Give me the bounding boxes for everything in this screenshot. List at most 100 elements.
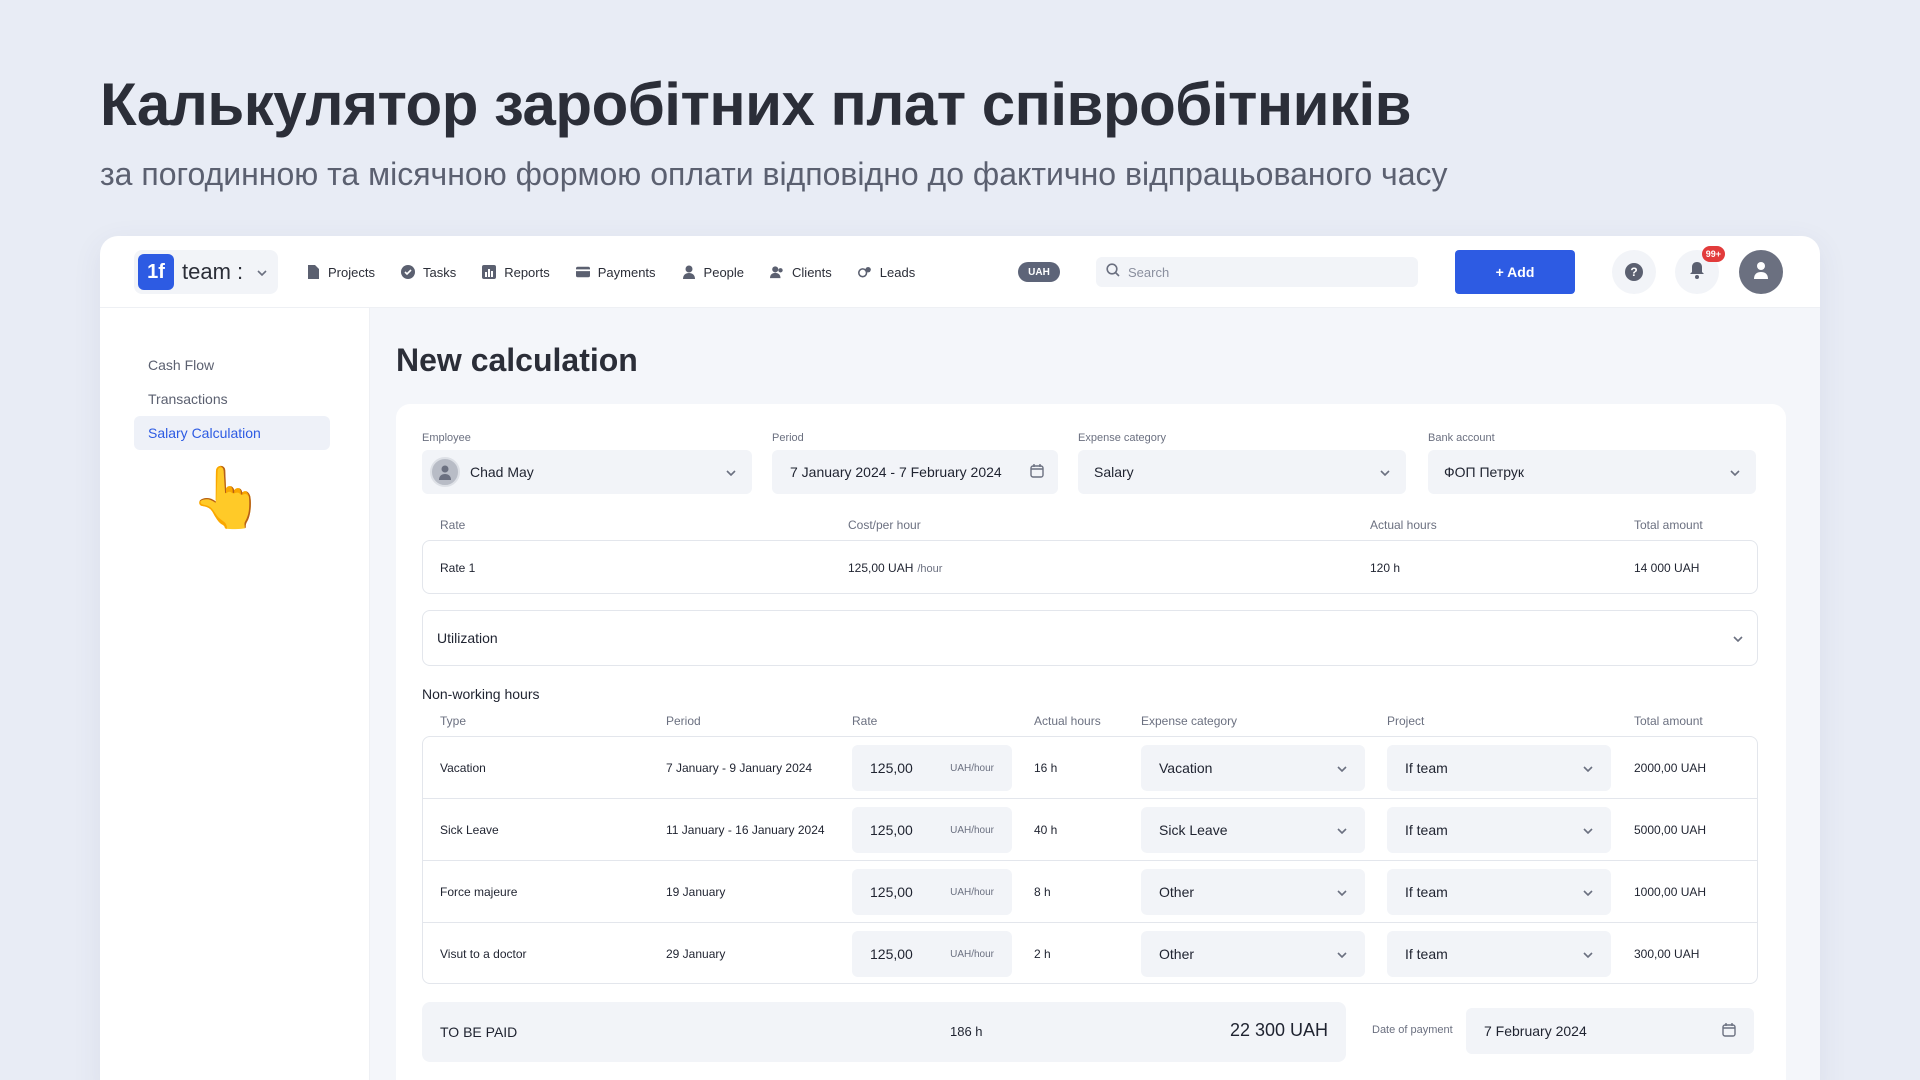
nw-period: 11 January - 16 January 2024 <box>666 823 825 837</box>
check-circle-icon <box>400 265 415 279</box>
notification-badge: 99+ <box>1701 246 1725 262</box>
main-nav: Projects Tasks Reports Payments People C… <box>306 236 915 308</box>
table-row: Sick Leave 11 January - 16 January 2024 … <box>423 799 1757 861</box>
user-icon <box>1753 261 1769 284</box>
nav-tasks[interactable]: Tasks <box>400 264 457 280</box>
nw-total-header: Total amount <box>1634 714 1703 728</box>
nw-rate-input[interactable]: 125,00 UAH/hour <box>852 807 1012 853</box>
nw-project-value: If team <box>1405 822 1448 838</box>
date-of-payment-label: Date of payment <box>1372 1024 1453 1036</box>
chevron-down-icon <box>1583 885 1593 899</box>
period-label: Period <box>772 432 804 444</box>
employee-label: Employee <box>422 432 471 444</box>
date-of-payment-value: 7 February 2024 <box>1484 1023 1587 1039</box>
chevron-down-icon <box>1380 465 1390 479</box>
notifications-button[interactable]: 99+ <box>1675 246 1725 294</box>
nw-project-select[interactable]: If team <box>1387 807 1611 853</box>
nav-clients[interactable]: Clients <box>770 265 832 280</box>
hero-subtitle: за погодинною та місячною формою оплати … <box>100 156 1448 192</box>
non-working-hours-title: Non-working hours <box>422 686 540 702</box>
total-amount-header: Total amount <box>1634 518 1703 532</box>
nav-label: People <box>703 264 745 280</box>
nw-type: Force majeure <box>440 885 518 899</box>
calendar-icon <box>1722 1022 1736 1040</box>
non-working-table: Vacation 7 January - 9 January 2024 125,… <box>422 736 1758 984</box>
nw-rate-input[interactable]: 125,00 UAH/hour <box>852 745 1012 791</box>
rate-total: 14 000 UAH <box>1634 561 1700 575</box>
calculation-card: Employee Chad May Period 7 January 2024 … <box>396 404 1786 1080</box>
nav-label: Payments <box>597 264 656 280</box>
nw-total: 2000,00 UAH <box>1634 761 1707 775</box>
employee-value: Chad May <box>470 464 534 480</box>
currency-toggle[interactable]: UAH <box>1018 262 1060 282</box>
nw-project-value: If team <box>1405 946 1448 962</box>
nw-project-value: If team <box>1405 760 1448 776</box>
workspace-name: team : <box>182 259 244 284</box>
nw-rate-input[interactable]: 125,00 UAH/hour <box>852 931 1012 977</box>
bank-account-value: ФОП Петрук <box>1444 464 1525 480</box>
main-content: New calculation Employee Chad May Period… <box>370 308 1820 1080</box>
bank-account-select[interactable]: ФОП Петрук <box>1428 450 1756 494</box>
nw-type: Sick Leave <box>440 823 499 837</box>
nw-period: 7 January - 9 January 2024 <box>666 761 813 775</box>
nw-rate-input[interactable]: 125,00 UAH/hour <box>852 869 1012 915</box>
nw-total: 5000,00 UAH <box>1634 823 1707 837</box>
nw-category-select[interactable]: Sick Leave <box>1141 807 1365 853</box>
nw-rate-value: 125,00 <box>870 884 913 900</box>
utilization-accordion[interactable]: Utilization <box>422 610 1758 666</box>
sidebar-item-cash-flow[interactable]: Cash Flow <box>134 348 330 382</box>
nw-rate-header: Rate <box>852 714 878 728</box>
date-of-payment-picker[interactable]: 7 February 2024 <box>1466 1008 1754 1054</box>
expense-category-select[interactable]: Salary <box>1078 450 1406 494</box>
search-input[interactable] <box>1128 264 1408 280</box>
person-icon <box>682 265 696 279</box>
nw-rate-unit: UAH/hour <box>950 824 994 836</box>
nw-project-select[interactable]: If team <box>1387 745 1611 791</box>
nw-category-select[interactable]: Other <box>1141 931 1365 977</box>
nav-label: Tasks <box>422 264 457 280</box>
nav-people[interactable]: People <box>682 265 744 280</box>
expense-category-label: Expense category <box>1078 432 1167 444</box>
cost-header: Cost/per hour <box>848 518 921 532</box>
rate-cost-value: 125,00 UAH <box>848 561 914 575</box>
nw-project-value: If team <box>1405 884 1448 900</box>
page-title: New calculation <box>396 342 638 378</box>
help-button[interactable]: ? <box>1612 250 1656 294</box>
top-bar: 1f team : Projects Tasks Reports Payment… <box>100 236 1820 308</box>
chevron-down-icon <box>726 465 736 479</box>
nw-project-header: Project <box>1387 714 1425 728</box>
nw-total: 1000,00 UAH <box>1634 885 1707 899</box>
rate-row: Rate 1 125,00 UAH/hour 120 h 14 000 UAH <box>422 540 1758 594</box>
nav-reports[interactable]: Reports <box>482 265 550 280</box>
chevron-down-icon <box>1337 823 1347 837</box>
chevron-down-icon <box>1733 631 1743 645</box>
search-box[interactable] <box>1096 257 1418 287</box>
chevron-down-icon <box>1730 465 1740 479</box>
nav-leads[interactable]: Leads <box>857 265 915 280</box>
workspace-switcher[interactable]: 1f team : <box>134 250 278 294</box>
rate-hours: 120 h <box>1370 561 1401 575</box>
to-be-paid-hours: 186 h <box>950 1024 983 1039</box>
employee-select[interactable]: Chad May <box>422 450 752 494</box>
nw-category-select[interactable]: Vacation <box>1141 745 1365 791</box>
add-button[interactable]: + Add <box>1455 250 1575 294</box>
period-picker[interactable]: 7 January 2024 - 7 February 2024 <box>772 450 1058 494</box>
to-be-paid-summary: TO BE PAID 186 h 22 300 UAH <box>422 1002 1346 1062</box>
nw-period-header: Period <box>666 714 701 728</box>
rate-cost-unit: /hour <box>917 563 943 575</box>
sidebar-item-transactions[interactable]: Transactions <box>134 382 330 416</box>
expense-category-value: Salary <box>1094 464 1134 480</box>
bar-chart-icon <box>482 265 497 279</box>
nav-projects[interactable]: Projects <box>306 265 375 280</box>
user-avatar[interactable] <box>1739 250 1783 294</box>
rate-cost: 125,00 UAH/hour <box>848 561 942 575</box>
sidebar-item-salary-calculation[interactable]: Salary Calculation <box>134 416 330 450</box>
nw-category-select[interactable]: Other <box>1141 869 1365 915</box>
nav-payments[interactable]: Payments <box>575 264 656 280</box>
nw-project-select[interactable]: If team <box>1387 931 1611 977</box>
nw-hours: 2 h <box>1034 947 1051 961</box>
card-icon <box>575 265 590 279</box>
nw-project-select[interactable]: If team <box>1387 869 1611 915</box>
nw-rate-unit: UAH/hour <box>950 762 994 774</box>
chevron-down-icon <box>1583 823 1593 837</box>
